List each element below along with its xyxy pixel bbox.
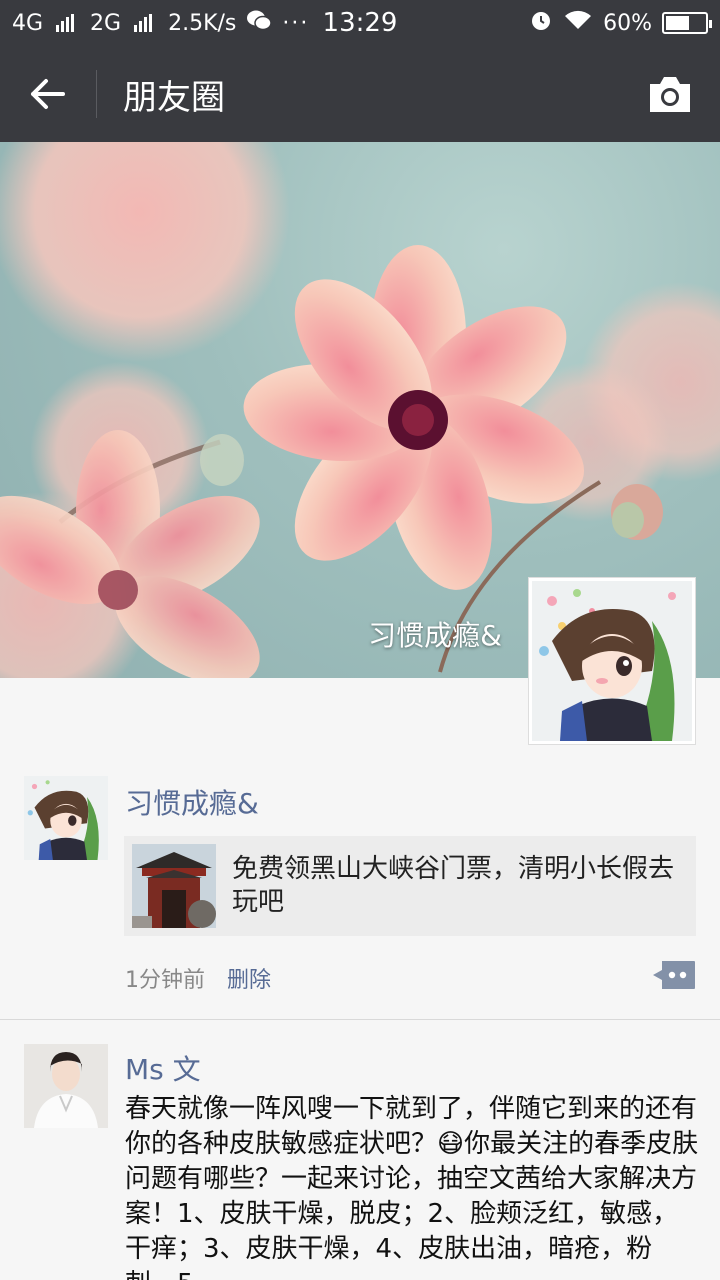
back-button[interactable]	[0, 46, 96, 142]
gate-thumbnail	[132, 844, 216, 928]
network-type-2: 2G	[90, 10, 122, 36]
shared-link-title: 免费领黑山大峡谷门票，清明小长假去玩吧	[232, 854, 675, 917]
camera-button[interactable]	[646, 72, 694, 116]
wechat-icon	[246, 9, 273, 37]
signal-icon-2	[134, 14, 153, 32]
battery-percent: 60%	[603, 10, 652, 36]
avatar-illustration	[24, 776, 108, 860]
camera-icon	[650, 77, 690, 112]
user-avatar[interactable]	[24, 776, 108, 860]
nav-bar: 朋友圈	[0, 46, 720, 142]
status-left: 4G 2G 2.5K/s ···	[12, 9, 309, 37]
post-meta: 1分钟前 删除	[125, 962, 271, 994]
user-name-link[interactable]: 习惯成瘾&	[125, 782, 259, 822]
back-arrow-icon	[31, 79, 65, 109]
user-name-link[interactable]: Ms 文	[125, 1048, 201, 1088]
nav-divider	[96, 70, 97, 118]
status-bar: 4G 2G 2.5K/s ··· 60% 13:29	[0, 0, 720, 46]
feed-item: 习惯成瘾& 免费领黑山大峡谷门票，清明小长假去玩吧 1分钟前 删除	[0, 776, 720, 1020]
shared-link-thumbnail	[132, 844, 216, 928]
feed-item: Ms 文 春天就像一阵风嗖一下就到了，伴随它到来的还有你的各种皮肤敏感症状吧？😷…	[0, 1044, 720, 1280]
cover-user-name[interactable]: 习惯成瘾&	[368, 614, 502, 654]
alarm-icon	[529, 8, 553, 38]
battery-icon	[662, 12, 712, 34]
comment-dots-icon	[653, 961, 695, 989]
shared-link-card[interactable]: 免费领黑山大峡谷门票，清明小长假去玩吧	[124, 836, 696, 936]
feed-divider	[0, 1019, 720, 1020]
delete-link[interactable]: 删除	[227, 962, 271, 994]
signal-icon	[56, 14, 75, 32]
page-title: 朋友圈	[123, 77, 225, 118]
cover-avatar[interactable]	[528, 577, 696, 745]
avatar-photo	[24, 1044, 108, 1128]
network-type-1: 4G	[12, 10, 44, 36]
comment-button[interactable]	[652, 960, 696, 990]
post-text: 春天就像一阵风嗖一下就到了，伴随它到来的还有你的各种皮肤敏感症状吧？😷你最关注的…	[125, 1094, 699, 1280]
network-speed: 2.5K/s	[168, 10, 237, 36]
more-dots-icon: ···	[282, 10, 310, 36]
status-right: 60%	[529, 8, 712, 38]
clock: 13:29	[322, 8, 398, 38]
user-avatar[interactable]	[24, 1044, 108, 1128]
wifi-icon	[563, 9, 593, 37]
post-time: 1分钟前	[125, 968, 205, 993]
avatar-illustration	[532, 581, 692, 741]
